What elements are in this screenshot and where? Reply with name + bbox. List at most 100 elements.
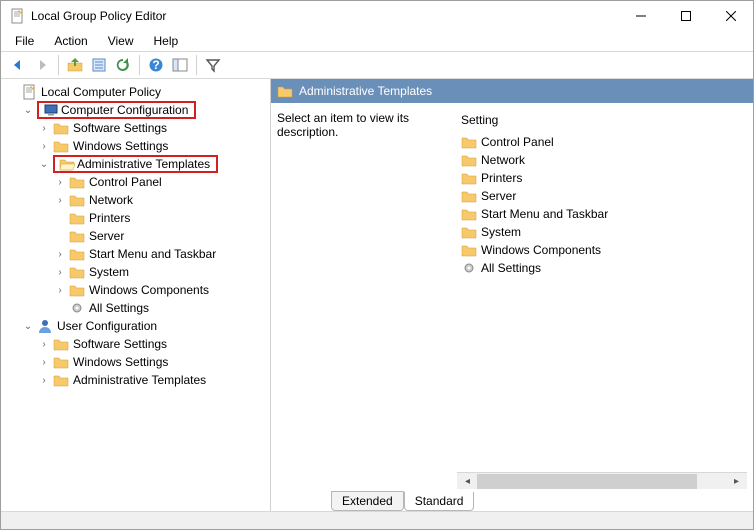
toolbar-back[interactable] [7,54,29,76]
column-setting[interactable]: Setting [457,111,747,133]
help-icon [148,57,164,73]
back-icon [10,57,26,73]
maximize-button[interactable] [663,2,708,31]
chevron-right-icon[interactable]: › [37,139,51,153]
tree-at-windows-components[interactable]: ›Windows Components [51,281,268,299]
settings-list[interactable]: Control Panel Network Printers Server St… [457,133,747,472]
menu-action[interactable]: Action [46,32,95,50]
tree-user-configuration[interactable]: ⌄User Configuration [19,317,268,335]
chevron-right-icon[interactable]: › [37,355,51,369]
window-buttons [618,2,753,31]
tab-extended[interactable]: Extended [331,491,404,511]
tree-uc-admin-templates[interactable]: ›Administrative Templates [35,371,268,389]
maximize-icon [681,11,691,21]
list-item[interactable]: Start Menu and Taskbar [457,205,747,223]
chevron-down-icon[interactable]: ⌄ [37,157,51,171]
chevron-right-icon[interactable]: › [53,175,67,189]
window-title: Local Group Policy Editor [31,9,166,23]
toolbar-help[interactable] [145,54,167,76]
view-tabs: Extended Standard [271,489,753,511]
toolbar-properties[interactable] [88,54,110,76]
list-item[interactable]: System [457,223,747,241]
folder-icon [69,282,85,298]
tree-at-network[interactable]: ›Network [51,191,268,209]
folder-icon [53,336,69,352]
tree-at-start-menu[interactable]: ›Start Menu and Taskbar [51,245,268,263]
chevron-right-icon[interactable]: › [37,373,51,387]
folder-open-icon [59,156,75,172]
expander-icon[interactable] [5,85,19,99]
chevron-down-icon[interactable]: ⌄ [21,319,35,333]
tree-at-system[interactable]: ›System [51,263,268,281]
scroll-right-icon[interactable]: ▸ [728,474,745,489]
toolbar-separator [196,55,197,75]
toolbar-up[interactable] [64,54,86,76]
filter-icon [205,57,221,73]
minimize-icon [636,11,646,21]
toolbar [1,51,753,79]
pc-icon [43,102,59,118]
titlebar: Local Group Policy Editor [1,1,753,31]
tree-cc-software-settings[interactable]: ›Software Settings [35,119,268,137]
horizontal-scrollbar[interactable]: ◂ ▸ [457,472,747,489]
app-icon [9,8,25,24]
forward-icon [34,57,50,73]
toolbar-separator [139,55,140,75]
tree-at-all-settings[interactable]: All Settings [51,299,268,317]
tree-cc-admin-templates[interactable]: ⌄Administrative Templates [35,155,268,173]
scroll-left-icon[interactable]: ◂ [459,474,476,489]
tree-root[interactable]: Local Computer Policy [3,83,268,101]
toolbar-filter[interactable] [202,54,224,76]
chevron-right-icon[interactable]: › [37,337,51,351]
folder-icon [461,242,477,258]
tree-uc-software-settings[interactable]: ›Software Settings [35,335,268,353]
chevron-down-icon[interactable]: ⌄ [21,103,35,117]
folder-icon [53,120,69,136]
statusbar [1,511,753,529]
chevron-right-icon[interactable]: › [53,283,67,297]
chevron-right-icon[interactable]: › [37,121,51,135]
pane-icon [172,57,188,73]
toolbar-pane[interactable] [169,54,191,76]
tree-at-printers[interactable]: Printers [51,209,268,227]
folder-icon [461,206,477,222]
tree-uc-windows-settings[interactable]: ›Windows Settings [35,353,268,371]
tree-view[interactable]: Local Computer Policy ⌄Computer Configur… [1,79,271,511]
menu-help[interactable]: Help [146,32,187,50]
list-item[interactable]: Server [457,187,747,205]
list-item[interactable]: Control Panel [457,133,747,151]
chevron-right-icon[interactable]: › [53,247,67,261]
toolbar-forward[interactable] [31,54,53,76]
scroll-thumb[interactable] [477,474,697,489]
detail-content: Select an item to view its description. … [271,103,753,489]
folder-icon [69,264,85,280]
list-item[interactable]: Windows Components [457,241,747,259]
tree-computer-configuration[interactable]: ⌄Computer Configuration [19,101,268,119]
tab-standard[interactable]: Standard [404,492,475,511]
list-item[interactable]: Printers [457,169,747,187]
tree-at-server[interactable]: Server [51,227,268,245]
minimize-button[interactable] [618,2,663,31]
folder-icon [461,224,477,240]
menubar: File Action View Help [1,31,753,51]
menu-view[interactable]: View [100,32,142,50]
toolbar-refresh[interactable] [112,54,134,76]
list-item[interactable]: All Settings [457,259,747,277]
folder-icon [69,246,85,262]
folder-icon [69,192,85,208]
detail-title: Administrative Templates [299,84,432,98]
close-icon [726,11,736,21]
chevron-right-icon[interactable]: › [53,265,67,279]
folder-icon [461,188,477,204]
menu-file[interactable]: File [7,32,42,50]
chevron-right-icon[interactable]: › [53,193,67,207]
scroll-track[interactable] [477,474,727,489]
tree-at-control-panel[interactable]: ›Control Panel [51,173,268,191]
doc-icon [21,84,37,100]
tree-cc-windows-settings[interactable]: ›Windows Settings [35,137,268,155]
list-item[interactable]: Network [457,151,747,169]
gear-icon [69,300,85,316]
toolbar-separator [58,55,59,75]
close-button[interactable] [708,2,753,31]
folder-icon [53,354,69,370]
